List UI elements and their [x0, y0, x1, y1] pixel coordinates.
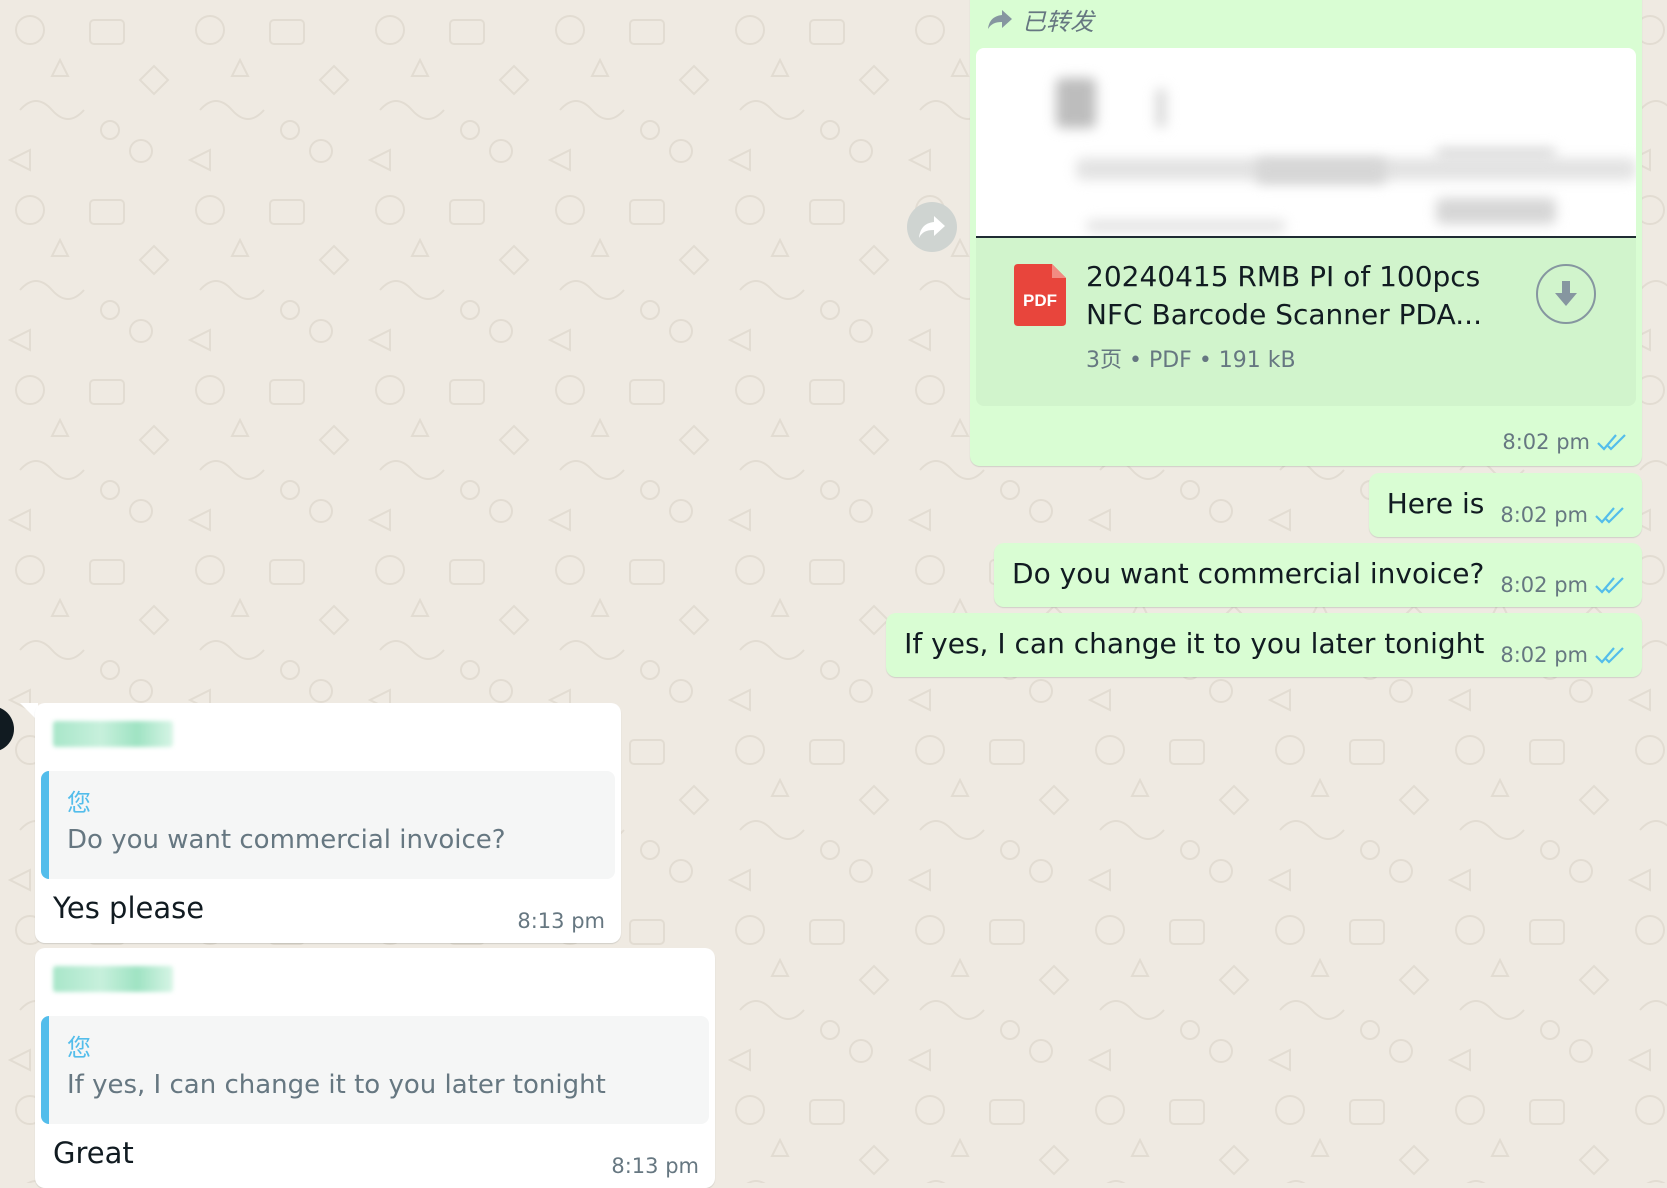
sender-name-redacted [53, 721, 173, 747]
message-time: 8:02 pm [1500, 573, 1588, 597]
message-text: Here is [1386, 486, 1485, 520]
forward-button[interactable] [907, 202, 957, 252]
incoming-message[interactable]: 您 Do you want commercial invoice? Yes pl… [35, 703, 621, 943]
message-time: 8:13 pm [517, 909, 605, 933]
forwarded-icon [988, 10, 1012, 29]
message-meta: 8:02 pm [1500, 573, 1626, 597]
download-icon [1555, 281, 1577, 306]
outgoing-message[interactable]: Here is 8:02 pm [1368, 473, 1642, 537]
quoted-author: 您 [67, 789, 91, 817]
outgoing-message[interactable]: Do you want commercial invoice? 8:02 pm [994, 543, 1642, 607]
forwarded-document-message[interactable]: 已转发 PDF 20240415 RMB PI of 100pcs NFC Ba… [970, 0, 1642, 466]
quoted-message[interactable]: 您 Do you want commercial invoice? [41, 771, 615, 879]
message-time: 8:02 pm [1500, 643, 1588, 667]
forward-arrow-icon [919, 216, 945, 238]
pdf-icon-label: PDF [1023, 291, 1057, 310]
message-text: Great [53, 1136, 134, 1170]
message-meta: 8:02 pm [1502, 430, 1628, 454]
outgoing-message[interactable]: If yes, I can change it to you later ton… [886, 613, 1642, 677]
quoted-text: Do you want commercial invoice? [67, 825, 506, 855]
read-ticks-icon [1595, 577, 1624, 594]
document-file-name: 20240415 RMB PI of 100pcs NFC Barcode Sc… [1086, 260, 1482, 331]
message-meta: 8:02 pm [1500, 643, 1626, 667]
message-time: 8:02 pm [1500, 503, 1588, 527]
message-meta: 8:02 pm [1500, 503, 1626, 527]
quoted-text: If yes, I can change it to you later ton… [67, 1070, 606, 1100]
forwarded-label-text: 已转发 [1022, 7, 1094, 36]
download-button[interactable] [1536, 264, 1596, 324]
quoted-message[interactable]: 您 If yes, I can change it to you later t… [41, 1016, 709, 1124]
document-info: PDF 20240415 RMB PI of 100pcs NFC Barcod… [976, 238, 1636, 406]
document-preview-thumbnail[interactable] [976, 48, 1636, 238]
message-text: Yes please [53, 891, 205, 925]
read-ticks-icon [1595, 647, 1624, 664]
sender-name-redacted [53, 966, 173, 992]
message-time: 8:13 pm [611, 1154, 699, 1178]
document-file-meta: 3页 • PDF • 191 kB [1086, 348, 1296, 373]
pdf-icon: PDF [1014, 264, 1066, 326]
read-ticks-icon [1595, 507, 1624, 524]
quoted-author: 您 [67, 1034, 91, 1062]
message-text: Do you want commercial invoice? [1012, 556, 1485, 590]
message-time: 8:02 pm [1502, 430, 1590, 454]
incoming-message[interactable]: 您 If yes, I can change it to you later t… [35, 948, 715, 1188]
forwarded-label: 已转发 [986, 2, 1094, 36]
message-text: If yes, I can change it to you later ton… [904, 626, 1485, 660]
read-ticks-icon [1597, 434, 1626, 451]
